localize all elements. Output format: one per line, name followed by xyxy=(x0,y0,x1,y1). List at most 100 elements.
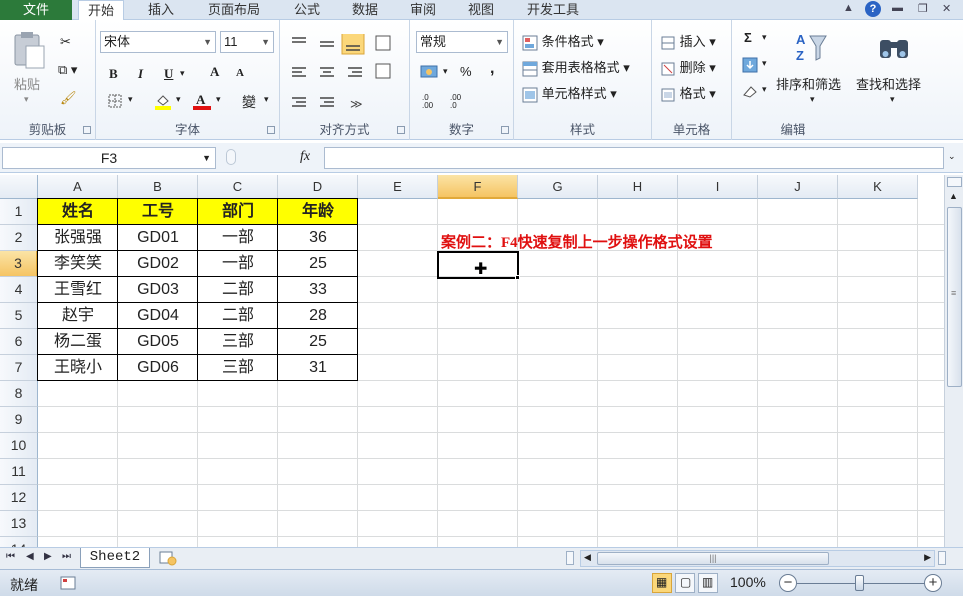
column-header-i[interactable]: I xyxy=(678,175,758,199)
tab-developer[interactable]: 开发工具 xyxy=(514,0,592,20)
fill-dropdown-icon[interactable]: ▾ xyxy=(176,94,181,105)
scroll-right-icon[interactable]: ▶ xyxy=(924,552,931,563)
font-color-icon[interactable]: A xyxy=(192,92,212,110)
tab-data[interactable]: 数据 xyxy=(340,0,390,20)
tab-split-icon[interactable] xyxy=(566,551,574,565)
clipboard-launcher-icon[interactable] xyxy=(83,126,91,134)
alignment-launcher-icon[interactable] xyxy=(397,126,405,134)
insert-cells-button[interactable]: 插入 ▾ xyxy=(660,31,716,51)
split-box-icon[interactable] xyxy=(947,177,962,187)
zoom-level[interactable]: 100% xyxy=(730,574,766,590)
grow-font-button[interactable]: A xyxy=(210,64,219,80)
macro-record-icon[interactable] xyxy=(60,576,76,590)
conditional-format-button[interactable]: 条件格式 ▾ xyxy=(522,31,604,51)
window-restore-icon[interactable]: ❐ xyxy=(918,2,928,15)
page-layout-view-button[interactable]: ▢ xyxy=(675,573,695,593)
delete-cells-button[interactable]: 删除 ▾ xyxy=(660,57,716,77)
tab-home[interactable]: 开始 xyxy=(78,0,124,21)
column-header-c[interactable]: C xyxy=(198,175,278,199)
fill-down-icon[interactable] xyxy=(742,57,758,73)
first-sheet-icon[interactable]: ⏮ xyxy=(6,551,15,562)
format-as-table-button[interactable]: 套用表格格式 ▾ xyxy=(522,57,630,77)
fill-handle[interactable] xyxy=(515,275,520,280)
row-header-5[interactable]: 5 xyxy=(0,303,38,329)
column-header-a[interactable]: A xyxy=(38,175,118,199)
border-icon[interactable] xyxy=(108,94,122,108)
help-icon[interactable]: ? xyxy=(865,1,881,17)
find-select-button[interactable]: 查找和选择 xyxy=(856,74,921,93)
sort-dropdown-icon[interactable]: ▾ xyxy=(810,94,815,105)
underline-button[interactable]: U xyxy=(164,66,173,82)
paste-dropdown-icon[interactable]: ▾ xyxy=(24,94,29,105)
vertical-scroll-thumb[interactable]: ≡ xyxy=(947,207,962,387)
column-header-b[interactable]: B xyxy=(118,175,198,199)
row-header-2[interactable]: 2 xyxy=(0,225,38,251)
worksheet-grid[interactable]: ABCDEFGHIJK 1234567891011121314 姓名工号部门年龄… xyxy=(0,175,944,547)
format-cells-button[interactable]: 格式 ▾ xyxy=(660,83,716,103)
select-all-corner[interactable] xyxy=(0,175,38,199)
tab-view[interactable]: 视图 xyxy=(456,0,506,20)
expand-formula-bar-icon[interactable]: ⌄ xyxy=(948,151,956,162)
column-header-j[interactable]: J xyxy=(758,175,838,199)
number-format-combo[interactable]: 常规 ▼ xyxy=(416,31,508,53)
row-header-12[interactable]: 12 xyxy=(0,485,38,511)
next-sheet-icon[interactable]: ▶ xyxy=(44,551,52,562)
shrink-font-button[interactable]: A xyxy=(236,67,244,79)
horizontal-scroll-thumb[interactable]: ||| xyxy=(597,552,829,565)
alignment-icons[interactable]: ≫ xyxy=(290,34,400,114)
fill-dropdown-icon[interactable]: ▾ xyxy=(762,58,767,69)
tab-formulas[interactable]: 公式 xyxy=(282,0,332,20)
cell-styles-button[interactable]: 单元格样式 ▾ xyxy=(522,83,617,103)
zoom-slider-knob[interactable] xyxy=(855,575,864,591)
row-header-7[interactable]: 7 xyxy=(0,355,38,381)
column-header-e[interactable]: E xyxy=(358,175,438,199)
decrease-decimal-icon[interactable]: .00.0 xyxy=(450,94,461,110)
clear-dropdown-icon[interactable]: ▾ xyxy=(762,84,767,95)
tab-review[interactable]: 审阅 xyxy=(398,0,448,20)
prev-sheet-icon[interactable]: ◀ xyxy=(26,551,34,562)
copy-icon[interactable]: ⧉ ▾ xyxy=(58,62,77,78)
column-header-k[interactable]: K xyxy=(838,175,918,199)
border-dropdown-icon[interactable]: ▾ xyxy=(128,94,133,105)
scroll-left-icon[interactable]: ◀ xyxy=(584,552,591,563)
minimize-ribbon-icon[interactable]: ▲ xyxy=(843,2,854,14)
format-painter-icon[interactable]: 🖌 xyxy=(60,90,77,106)
percent-button[interactable]: % xyxy=(460,64,472,79)
cut-icon[interactable]: ✂ xyxy=(60,34,71,50)
row-header-14[interactable]: 14 xyxy=(0,537,38,547)
formula-bar-resize-icon[interactable] xyxy=(226,149,236,165)
find-dropdown-icon[interactable]: ▾ xyxy=(890,94,895,105)
scroll-up-icon[interactable]: ▲ xyxy=(949,191,958,201)
font-color-dropdown-icon[interactable]: ▾ xyxy=(216,94,221,105)
autosum-dropdown-icon[interactable]: ▾ xyxy=(762,32,767,43)
underline-dropdown-icon[interactable]: ▾ xyxy=(180,68,185,79)
tab-insert[interactable]: 插入 xyxy=(136,0,186,20)
vertical-scrollbar[interactable]: ▲ ≡ xyxy=(944,175,963,547)
row-header-6[interactable]: 6 xyxy=(0,329,38,355)
h-split-icon[interactable] xyxy=(938,551,946,565)
row-header-11[interactable]: 11 xyxy=(0,459,38,485)
italic-button[interactable]: I xyxy=(138,66,143,82)
font-size-combo[interactable]: 11 ▼ xyxy=(220,31,274,53)
tab-file[interactable]: 文件 xyxy=(0,0,72,20)
bold-button[interactable]: B xyxy=(109,66,118,82)
fill-color-icon[interactable] xyxy=(154,92,172,110)
currency-icon[interactable] xyxy=(420,64,440,80)
zoom-in-icon[interactable]: + xyxy=(924,574,942,592)
phonetic-dropdown-icon[interactable]: ▾ xyxy=(264,94,269,105)
find-select-icon[interactable] xyxy=(878,32,910,62)
tab-page-layout[interactable]: 页面布局 xyxy=(196,0,272,20)
window-close-icon[interactable]: ✕ xyxy=(942,2,951,15)
autosum-button[interactable]: Σ xyxy=(744,30,752,45)
paste-icon[interactable] xyxy=(12,30,46,70)
sheet-tab-sheet2[interactable]: Sheet2 xyxy=(80,548,150,568)
row-header-4[interactable]: 4 xyxy=(0,277,38,303)
paste-button[interactable]: 粘贴 xyxy=(14,74,40,93)
last-sheet-icon[interactable]: ⏭ xyxy=(62,551,71,562)
row-header-9[interactable]: 9 xyxy=(0,407,38,433)
column-header-h[interactable]: H xyxy=(598,175,678,199)
column-header-g[interactable]: G xyxy=(518,175,598,199)
number-launcher-icon[interactable] xyxy=(501,126,509,134)
currency-dropdown-icon[interactable]: ▾ xyxy=(443,66,448,77)
clear-icon[interactable] xyxy=(742,83,758,99)
